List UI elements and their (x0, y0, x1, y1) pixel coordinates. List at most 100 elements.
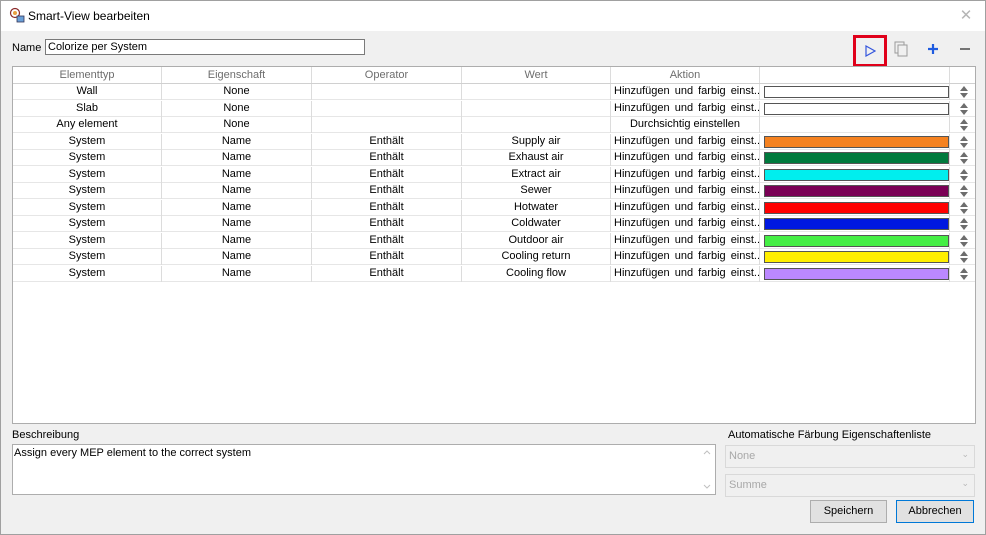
color-swatch[interactable] (764, 168, 949, 181)
rules-table[interactable]: Elementtyp Eigenschaft Operator Wert Akt… (12, 66, 976, 424)
copy-button[interactable] (887, 36, 915, 62)
cell-elementtyp[interactable]: System (13, 150, 162, 166)
reorder-arrows-icon[interactable] (957, 216, 971, 232)
cell-wert[interactable]: Outdoor air (462, 232, 611, 249)
description-scrollbar[interactable] (699, 445, 715, 494)
name-input[interactable]: Colorize per System (45, 39, 365, 55)
color-swatch[interactable] (764, 201, 949, 214)
cell-operator[interactable]: Enthält (312, 166, 462, 183)
cell-eigenschaft[interactable]: Name (162, 232, 312, 249)
cell-aktion[interactable]: Durchsichtig einstellen (611, 117, 760, 133)
cell-operator[interactable]: Enthält (312, 199, 462, 216)
cell-aktion[interactable]: Hinzufügen und farbig einst... (611, 133, 760, 150)
table-row[interactable]: System Name Enthält Cooling return Hinzufüge… (13, 249, 975, 265)
cell-aktion[interactable]: Hinzufügen und farbig einst... (611, 249, 760, 265)
table-row[interactable]: System Name Enthält Hotwater Hinzufügen und … (13, 199, 975, 216)
cell-eigenschaft[interactable]: Name (162, 183, 312, 199)
remove-row-button[interactable] (951, 36, 979, 62)
close-icon[interactable]: ✕ (955, 6, 977, 26)
reorder-arrows-icon[interactable] (957, 183, 971, 199)
reorder-arrows-icon[interactable] (957, 233, 971, 249)
auto-color-property-select[interactable]: None ⌄ (725, 445, 975, 468)
table-row[interactable]: System Name Enthält Sewer Hinzufügen und far… (13, 183, 975, 199)
cell-eigenschaft[interactable]: None (162, 117, 312, 133)
table-row[interactable]: Any element None Durchsichtig einstellen (13, 117, 975, 133)
table-row[interactable]: System Name Enthält Outdoor air Hinzufügen u… (13, 232, 975, 249)
reorder-arrows-icon[interactable] (957, 249, 971, 265)
cell-aktion[interactable]: Hinzufügen und farbig einst... (611, 232, 760, 249)
cell-eigenschaft[interactable]: Name (162, 166, 312, 183)
column-header-eigenschaft[interactable]: Eigenschaft (162, 67, 312, 83)
cell-aktion[interactable]: Hinzufügen und farbig einst... (611, 166, 760, 183)
table-row[interactable]: System Name Enthält Coldwater Hinzufügen und… (13, 216, 975, 232)
reorder-arrows-icon[interactable] (957, 266, 971, 282)
cell-aktion[interactable]: Hinzufügen und farbig einst... (611, 216, 760, 232)
cell-elementtyp[interactable]: System (13, 166, 162, 183)
cell-wert[interactable]: Coldwater (462, 216, 611, 232)
save-button[interactable]: Speichern (810, 500, 887, 523)
reorder-arrows-icon[interactable] (957, 134, 971, 150)
run-button[interactable] (853, 35, 887, 67)
scroll-down-icon[interactable] (699, 481, 715, 493)
cell-aktion[interactable]: Hinzufügen und farbig einst... (611, 100, 760, 117)
column-header-color[interactable] (760, 67, 950, 83)
cell-wert[interactable] (462, 84, 611, 100)
cell-elementtyp[interactable]: System (13, 265, 162, 282)
cell-aktion[interactable]: Hinzufügen und farbig einst... (611, 84, 760, 100)
cell-operator[interactable]: Enthält (312, 150, 462, 166)
description-textarea[interactable]: Assign every MEP element to the correct … (12, 444, 716, 495)
table-row[interactable]: System Name Enthält Supply air Hinzufügen un… (13, 133, 975, 150)
color-swatch[interactable] (764, 135, 949, 148)
color-swatch[interactable] (764, 218, 949, 230)
add-row-button[interactable] (919, 36, 947, 62)
cell-wert[interactable]: Cooling flow (462, 265, 611, 282)
color-swatch[interactable] (764, 152, 949, 164)
column-header-aktion[interactable]: Aktion (611, 67, 760, 83)
cell-color[interactable] (760, 117, 950, 133)
cell-operator[interactable]: Enthält (312, 216, 462, 232)
reorder-arrows-icon[interactable] (957, 101, 971, 117)
cell-elementtyp[interactable]: Any element (13, 117, 162, 133)
cancel-button[interactable]: Abbrechen (896, 500, 974, 523)
cell-elementtyp[interactable]: System (13, 249, 162, 265)
cell-wert[interactable]: Hotwater (462, 199, 611, 216)
cell-wert[interactable]: Sewer (462, 183, 611, 199)
cell-wert[interactable]: Cooling return (462, 249, 611, 265)
cell-elementtyp[interactable]: System (13, 133, 162, 150)
cell-elementtyp[interactable]: System (13, 216, 162, 232)
cell-operator[interactable]: Enthält (312, 183, 462, 199)
cell-eigenschaft[interactable]: None (162, 84, 312, 100)
table-row[interactable]: System Name Enthält Cooling flow Hinzufügen … (13, 265, 975, 282)
cell-operator[interactable]: Enthält (312, 265, 462, 282)
cell-eigenschaft[interactable]: Name (162, 150, 312, 166)
cell-elementtyp[interactable]: Wall (13, 84, 162, 100)
color-swatch[interactable] (764, 102, 949, 115)
scroll-up-icon[interactable] (699, 446, 715, 458)
cell-eigenschaft[interactable]: Name (162, 216, 312, 232)
cell-operator[interactable] (312, 84, 462, 100)
cell-elementtyp[interactable]: Slab (13, 100, 162, 117)
column-header-elementtyp[interactable]: Elementtyp (13, 67, 162, 83)
table-row[interactable]: System Name Enthält Extract air Hinzufügen u… (13, 166, 975, 183)
cell-aktion[interactable]: Hinzufügen und farbig einst... (611, 150, 760, 166)
cell-eigenschaft[interactable]: Name (162, 199, 312, 216)
reorder-arrows-icon[interactable] (957, 117, 971, 133)
cell-operator[interactable]: Enthält (312, 232, 462, 249)
cell-operator[interactable] (312, 100, 462, 117)
cell-eigenschaft[interactable]: Name (162, 249, 312, 265)
cell-elementtyp[interactable]: System (13, 232, 162, 249)
cell-operator[interactable] (312, 117, 462, 133)
cell-wert[interactable]: Extract air (462, 166, 611, 183)
cell-elementtyp[interactable]: System (13, 199, 162, 216)
auto-color-aggregate-select[interactable]: Summe ⌄ (725, 474, 975, 497)
cell-aktion[interactable]: Hinzufügen und farbig einst... (611, 265, 760, 282)
cell-aktion[interactable]: Hinzufügen und farbig einst... (611, 183, 760, 199)
reorder-arrows-icon[interactable] (957, 200, 971, 216)
reorder-arrows-icon[interactable] (957, 167, 971, 183)
table-row[interactable]: Wall None Hinzufügen und farbig einst... (13, 84, 975, 100)
color-swatch[interactable] (764, 267, 949, 280)
column-header-wert[interactable]: Wert (462, 67, 611, 83)
cell-eigenschaft[interactable]: None (162, 100, 312, 117)
table-row[interactable]: System Name Enthält Exhaust air Hinzufügen u… (13, 150, 975, 166)
cell-eigenschaft[interactable]: Name (162, 265, 312, 282)
